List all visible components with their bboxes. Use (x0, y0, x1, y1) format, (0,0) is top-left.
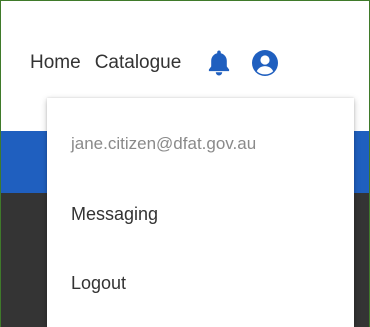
bell-icon (209, 50, 230, 76)
notifications-button[interactable] (203, 45, 235, 81)
app-window: Home Catalogue jane.citizen@dfat.gov.au … (0, 0, 370, 327)
account-email: jane.citizen@dfat.gov.au (71, 134, 257, 153)
nav-catalogue-link[interactable]: Catalogue (95, 52, 182, 74)
account-button[interactable] (249, 45, 281, 81)
user-circle-icon (252, 50, 279, 76)
menu-item-messaging[interactable]: Messaging (71, 204, 158, 225)
main-nav: Home Catalogue (30, 43, 281, 83)
nav-home-link[interactable]: Home (30, 52, 81, 74)
account-dropdown-menu: jane.citizen@dfat.gov.au Messaging Logou… (47, 98, 354, 327)
menu-item-logout[interactable]: Logout (71, 273, 126, 294)
